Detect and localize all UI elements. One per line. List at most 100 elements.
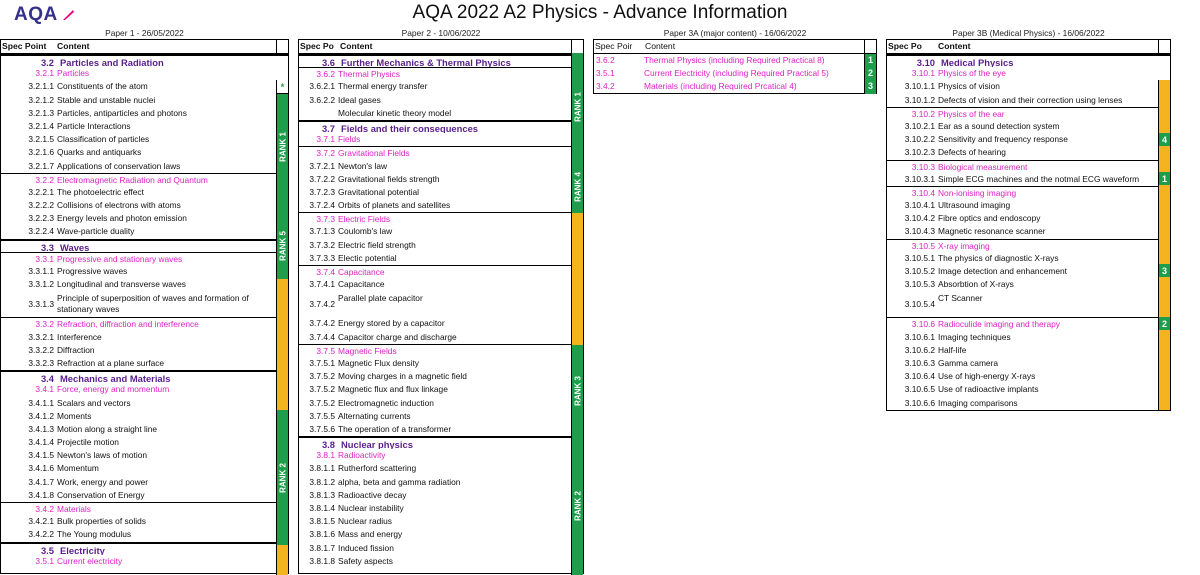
spec-point: 3.7.5.1: [309, 357, 335, 368]
rank-1-cell: RANK 1: [276, 80, 288, 213]
section-heading: 3.10 Medical Physics: [887, 54, 1170, 68]
table-row: 3.10.5.2 Image detection and enhancement: [887, 265, 1170, 278]
table-row: 3.7.3.3 Electic potential: [299, 252, 583, 265]
spec-point: 3.3.2.3: [28, 357, 54, 368]
subsection-heading: 3.10.3 Biological measurement: [887, 159, 1170, 173]
content-text: Defects of hearing: [938, 147, 1006, 158]
content-text: Projectile motion: [57, 437, 119, 448]
spec-point: 3.7.2.2: [309, 173, 335, 184]
content-text: Fields and their consequences: [341, 122, 479, 134]
content-text: Nuclear radius: [338, 516, 392, 527]
content-text: alpha, beta and gamma radiation: [338, 476, 461, 487]
spec-point: 3.8.1.6: [309, 529, 335, 540]
paper-2: Paper 2 - 10/06/2022 Spec Po Content 3.6…: [298, 27, 584, 575]
spec-point: 3.2.1.6: [28, 147, 54, 158]
subsection-heading: 3.8.1 Radioactivity: [299, 449, 583, 462]
table-header: Spec Poir Content: [594, 40, 876, 54]
content-text: Further Mechanics & Thermal Physics: [341, 57, 511, 68]
content-text: Particle Interactions: [57, 120, 131, 131]
spec-point: 3.7.5.2: [309, 371, 335, 382]
subsection-heading: 3.10.5 X-ray imaging: [887, 238, 1170, 252]
content-text: Nuclear instability: [338, 503, 404, 513]
subsection-heading: 3.2.2 Electromagnetic Radiation and Quant…: [1, 172, 288, 186]
table-row: 3.10.6.1 Imaging techniques: [887, 331, 1170, 344]
content-text: Materials (including Required Prcatical …: [644, 81, 797, 92]
content-text: Scalars and vectors: [57, 397, 131, 408]
content-text: Materials: [57, 504, 91, 514]
rank-orange-xray: [1158, 277, 1170, 317]
rank-3-cell: RANK 3: [571, 345, 583, 437]
content-text: Imaging comparisons: [938, 397, 1018, 408]
content-text: Particles and Radiation: [60, 57, 164, 68]
spec-point: 3.3.1: [35, 253, 54, 264]
spec-point: 3.8.1.2: [309, 476, 335, 487]
rank-4-cell: 4: [1158, 133, 1170, 146]
rank-number-cell: 3: [864, 80, 876, 94]
table-row: 3.4.2 Materials (including Required Prcat…: [594, 80, 876, 94]
spec-point: 3.4.2.2: [28, 529, 54, 540]
paper-3a-label: Paper 3A (major content) - 16/06/2022: [663, 28, 807, 38]
content-text: Electricity: [60, 544, 105, 555]
content-text: Classification of particles: [57, 134, 150, 145]
spec-point: 3.4.1.8: [28, 489, 54, 500]
content-text: Medical Physics: [941, 57, 1014, 68]
spec-point: 3.7.4.2: [309, 318, 335, 329]
table-row: 3.7.4.1 Capacitance: [299, 278, 583, 291]
content-text: Newton's laws of motion: [57, 450, 148, 461]
spec-point: 3.2.1.7: [28, 160, 54, 171]
table-row: 3.3.1.2 Longitudinal and transverse waves: [1, 278, 288, 291]
content-text: Alternating currents: [338, 410, 411, 421]
paper-3a-table: Spec Poir Content 3.6.2 Thermal Physics (…: [593, 39, 877, 94]
content-text: Magnetic resonance scanner: [938, 226, 1046, 237]
content-text: Parallel plate capacitor: [338, 293, 423, 304]
spec-point: 3.10.4.2: [904, 213, 935, 224]
table-row: 3.10.5.3 Absorbtion of X-rays: [887, 278, 1170, 291]
content-text: Particles: [57, 68, 90, 79]
spec-point: 3.7.3.2: [309, 239, 335, 250]
table-row: 3.8.1.8 Safety aspects: [299, 555, 583, 568]
spec-point: 3.7.5.2: [309, 397, 335, 408]
content-text: Electromagnetic Radiation and Quantum: [57, 174, 208, 185]
content-text: Principle of superposition of waves and …: [57, 293, 249, 314]
subsection-heading: 3.7.1 Fields: [299, 133, 583, 146]
spec-point: 3.10.5.4: [904, 299, 935, 310]
table-row: 3.7.5.6 The operation of a transformer: [299, 423, 583, 436]
paper-3b-table: Spec Po Content 3.10 Medical Physics 3.10.…: [886, 39, 1171, 411]
table-row: 3.7.2.4 Orbits of planets and satellites: [299, 199, 583, 212]
content-text: CT Scanner: [938, 293, 983, 304]
spec-point: 3.2.2.3: [28, 213, 54, 224]
content-text: Defects of vision and their correction u…: [938, 94, 1123, 105]
spec-point: 3.3.2.2: [28, 344, 54, 355]
rank-4-cell: RANK 4: [571, 160, 583, 213]
table-row: 3.7.2.2 Gravitational fields strength: [299, 173, 583, 186]
spec-point: 3.10.6.1: [904, 331, 935, 342]
content-text: Simple ECG machines and the notmal ECG w…: [938, 173, 1140, 184]
table-header: Spec Po Content: [887, 40, 1170, 54]
content-text: Mechanics and Materials: [60, 373, 171, 384]
spec-point: 3.3.2.1: [28, 331, 54, 342]
table-row: 3.10.2.1 Ear as a sound detection system: [887, 120, 1170, 133]
table-header: Spec Point Content: [1, 40, 288, 54]
content-text: Orbits of planets and satellites: [338, 200, 451, 211]
table-row: 3.10.5.4 CT Scanner: [887, 291, 1170, 317]
spec-point: 3.7.4.1: [309, 279, 335, 290]
content-text: Gravitational fields strength: [338, 173, 440, 184]
content-text: Image detection and enhancement: [938, 266, 1067, 276]
content-text: Biological measurement: [938, 161, 1028, 172]
content-text: Molecular kinetic theory model: [338, 107, 452, 118]
table-row: 3.2.1.5 Classification of particles: [1, 133, 288, 146]
table-row: 3.7.4.2 Parallel plate capacitor: [299, 291, 583, 317]
table-row: 3.4.1.7 Work, energy and power: [1, 476, 288, 489]
table-row: 3.10.5.1 The physics of diagnostic X-rays: [887, 252, 1170, 265]
paper-1-label: Paper 1 - 26/05/2022: [105, 28, 184, 38]
table-row: Molecular kinetic theory model: [299, 107, 583, 120]
table-row: 3.4.1.4 Projectile motion: [1, 436, 288, 449]
table-row: 3.8.1.4 Nuclear instability: [299, 502, 583, 515]
header-spec: Spec Po: [888, 41, 922, 51]
content-text: Progressive and stationary waves: [57, 253, 183, 264]
table-row: 3.4.1.8 Conservation of Energy: [1, 489, 288, 502]
table-row: 3.7.2.3 Gravitational potential: [299, 186, 583, 199]
rank-orange-waves: [276, 279, 288, 410]
paper-3b: Paper 3B (Medical Physics) - 16/06/2022 …: [886, 27, 1171, 411]
paper-1: Paper 1 - 26/05/2022 Spec Point Content …: [0, 27, 289, 575]
